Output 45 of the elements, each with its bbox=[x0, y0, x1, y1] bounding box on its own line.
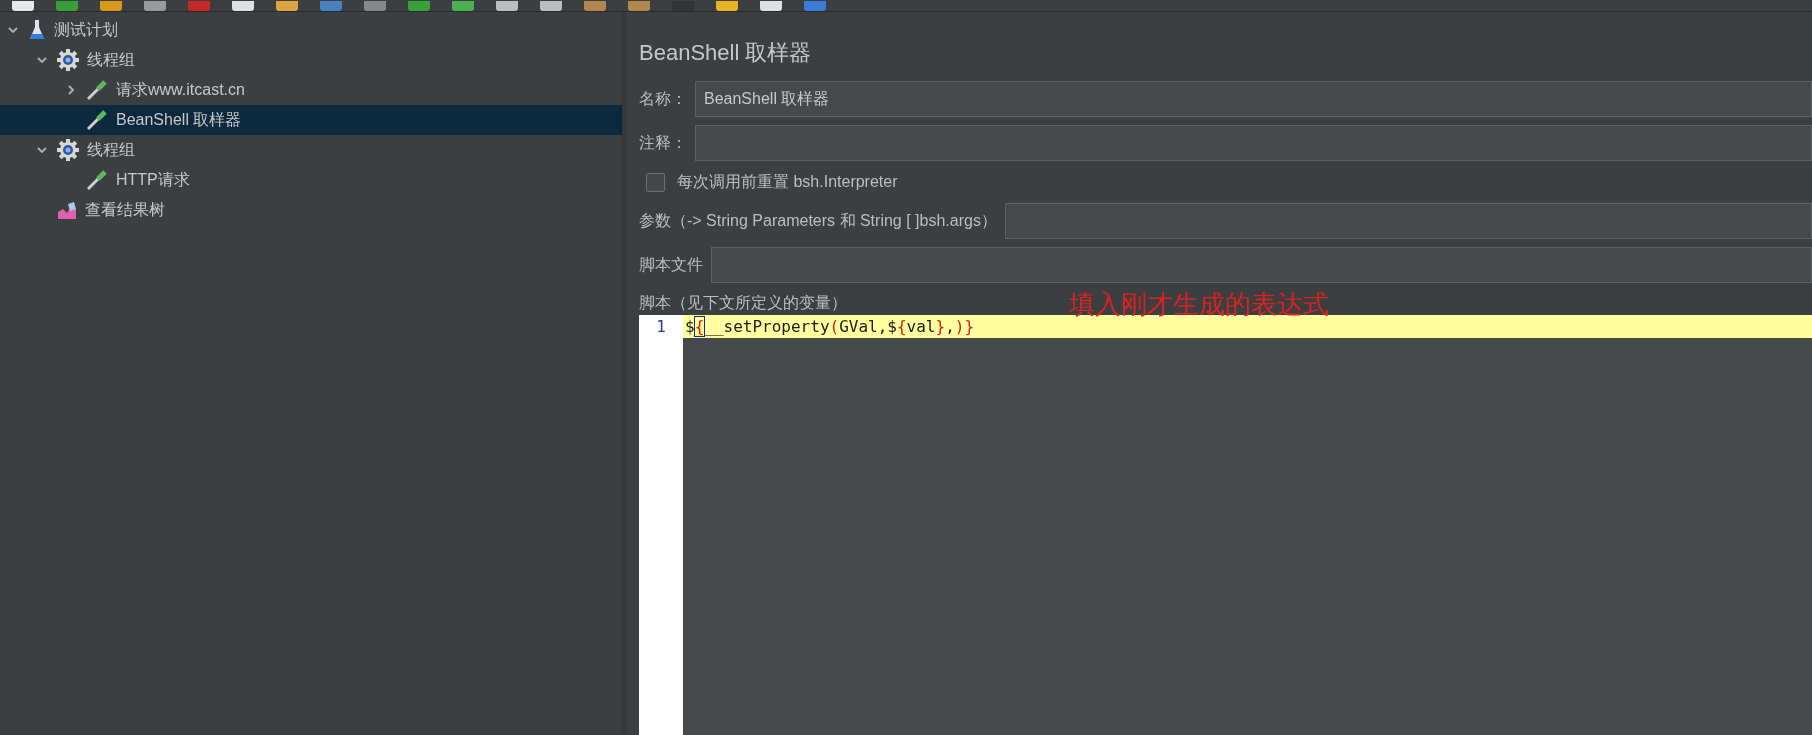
checkbox[interactable] bbox=[646, 172, 665, 192]
tree-item[interactable]: 线程组 bbox=[0, 45, 622, 75]
toolbar-icon[interactable] bbox=[408, 1, 430, 11]
script-file-field[interactable] bbox=[711, 247, 1812, 283]
line-number: 1 bbox=[656, 316, 666, 338]
toolbar-icon[interactable] bbox=[628, 1, 650, 11]
toolbar-icon[interactable] bbox=[56, 1, 78, 11]
pipette-icon bbox=[86, 79, 108, 101]
toolbar-icon[interactable] bbox=[496, 1, 518, 11]
comment-field[interactable] bbox=[695, 125, 1812, 161]
panel-title: BeanShell 取样器 bbox=[639, 39, 813, 67]
tree-item[interactable]: 测试计划 bbox=[0, 15, 622, 45]
toolbar-icon[interactable] bbox=[12, 1, 34, 11]
gear-icon bbox=[57, 49, 79, 71]
tree-item[interactable]: HTTP请求 bbox=[0, 165, 622, 195]
gear-icon bbox=[57, 139, 79, 161]
script-file-label: 脚本文件 bbox=[639, 255, 703, 275]
toolbar-icon[interactable] bbox=[584, 1, 606, 11]
toolbar-icon[interactable] bbox=[804, 1, 826, 11]
comment-label: 注释： bbox=[639, 133, 687, 153]
tree-item[interactable]: 线程组 bbox=[0, 135, 622, 165]
toolbar-icon[interactable] bbox=[276, 1, 298, 11]
pipette-icon bbox=[86, 169, 108, 191]
tree-item[interactable]: 请求www.itcast.cn bbox=[0, 75, 622, 105]
parameters-field[interactable] bbox=[1004, 203, 1812, 239]
toolbar-icon[interactable] bbox=[364, 1, 386, 11]
toolbar-icon[interactable] bbox=[188, 1, 210, 11]
flask-icon bbox=[28, 19, 46, 41]
toolbar-icon[interactable] bbox=[320, 1, 342, 11]
toolbar-icon[interactable] bbox=[452, 1, 474, 11]
toolbar-icon[interactable] bbox=[232, 1, 254, 11]
name-field[interactable]: BeanShell 取样器 bbox=[695, 81, 1812, 117]
parameters-label: 参数（-> String Parameters 和 String [ ]bsh.args） bbox=[639, 211, 997, 231]
script-label: 脚本（见下文所定义的变量） bbox=[639, 294, 847, 311]
toolbar-icon[interactable] bbox=[540, 1, 562, 11]
tree-item[interactable]: 查看结果树 bbox=[0, 195, 622, 225]
tree-item[interactable]: BeanShell 取样器 bbox=[0, 105, 622, 135]
toolbar-icon[interactable] bbox=[716, 1, 738, 11]
chart-icon bbox=[57, 200, 77, 220]
checkbox-label: 每次调用前重置 bsh.Interpreter bbox=[677, 172, 898, 192]
toolbar-icon[interactable] bbox=[144, 1, 166, 11]
toolbar-icon[interactable] bbox=[760, 1, 782, 11]
name-label: 名称： bbox=[639, 89, 687, 109]
toolbar-icon[interactable] bbox=[100, 1, 122, 11]
pipette-icon bbox=[86, 109, 108, 131]
